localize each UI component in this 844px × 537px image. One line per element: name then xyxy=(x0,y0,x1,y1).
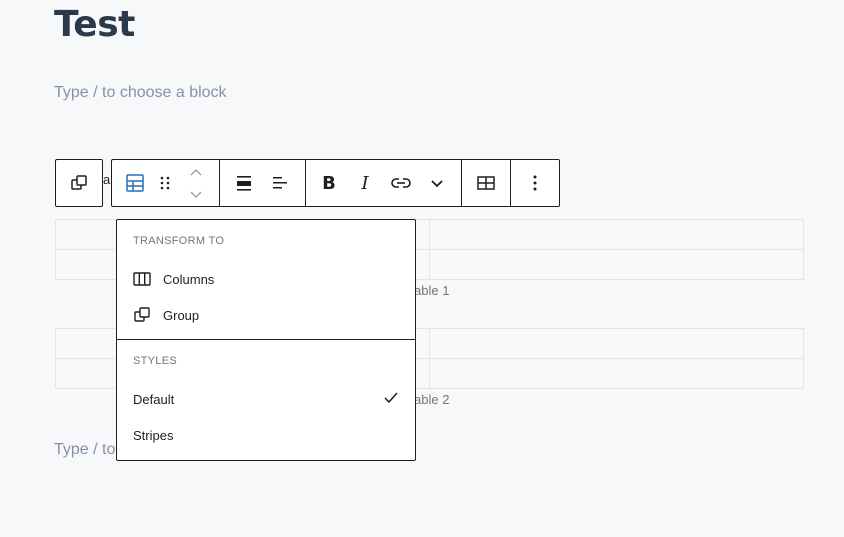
block-switcher-menu: TRANSFORM TO Columns Group STYLES Defaul… xyxy=(116,219,416,461)
table-icon xyxy=(126,174,144,192)
table-cell[interactable] xyxy=(429,328,804,359)
block-placeholder-bottom[interactable]: Type / to xyxy=(54,441,115,459)
checkmark-icon xyxy=(384,392,398,404)
link-button[interactable] xyxy=(383,160,419,206)
italic-button[interactable]: I xyxy=(347,160,383,206)
bold-button[interactable]: B xyxy=(311,160,347,206)
align-left-icon xyxy=(273,177,287,189)
transform-group-label: Group xyxy=(163,307,200,323)
more-rich-text-button[interactable] xyxy=(419,160,455,206)
drag-handle-icon xyxy=(160,176,170,190)
menu-divider xyxy=(117,339,415,340)
table-edit-icon xyxy=(477,176,495,190)
align-wide-icon xyxy=(237,176,251,191)
table-caption-1[interactable]: able 1 xyxy=(414,283,449,298)
select-parent-button[interactable] xyxy=(61,160,97,206)
block-text-peek: a xyxy=(103,172,111,187)
table-cell[interactable] xyxy=(429,358,804,389)
group-icon xyxy=(133,305,153,325)
table-caption-2[interactable]: able 2 xyxy=(414,392,449,407)
chevron-down-icon xyxy=(431,180,443,188)
move-down-button[interactable] xyxy=(180,183,212,206)
options-button[interactable] xyxy=(517,160,553,206)
move-up-button[interactable] xyxy=(180,160,212,183)
transform-columns[interactable]: Columns xyxy=(133,264,399,294)
style-default-label: Default xyxy=(133,391,175,407)
table-cell[interactable] xyxy=(429,219,804,250)
style-stripes[interactable]: Stripes xyxy=(133,420,399,450)
style-stripes-label: Stripes xyxy=(133,427,174,443)
table-cell[interactable] xyxy=(429,249,804,280)
group-icon xyxy=(71,175,87,190)
parent-block-toolbar xyxy=(55,159,103,207)
align-button[interactable] xyxy=(226,160,262,206)
text-align-button[interactable] xyxy=(262,160,298,206)
options-icon xyxy=(533,175,537,191)
columns-icon xyxy=(133,269,153,289)
toolbar-separator xyxy=(461,160,462,206)
block-placeholder[interactable]: Type / to choose a block xyxy=(54,84,227,102)
link-icon xyxy=(391,178,411,188)
move-down-icon xyxy=(190,191,202,198)
block-toolbar: B I xyxy=(111,159,560,207)
toolbar-separator xyxy=(305,160,306,206)
edit-table-button[interactable] xyxy=(468,160,504,206)
transform-group[interactable]: Group xyxy=(133,300,399,330)
drag-handle[interactable] xyxy=(148,160,182,206)
style-default[interactable]: Default xyxy=(133,384,399,414)
transform-heading: TRANSFORM TO xyxy=(133,235,225,247)
toolbar-separator xyxy=(510,160,511,206)
styles-heading: STYLES xyxy=(133,355,177,367)
italic-icon: I xyxy=(361,172,369,194)
page-title[interactable]: Test xyxy=(54,4,135,45)
toolbar-separator xyxy=(219,160,220,206)
bold-icon: B xyxy=(322,172,336,194)
move-up-icon xyxy=(190,168,202,175)
transform-columns-label: Columns xyxy=(163,271,215,287)
